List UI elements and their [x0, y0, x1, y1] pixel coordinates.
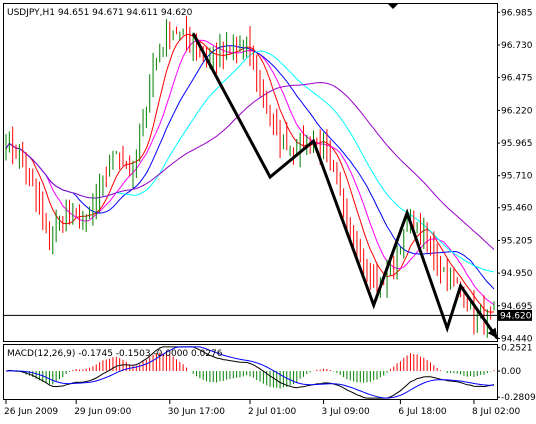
price-tick-label: 94.950 — [501, 269, 533, 279]
price-tick-label: 95.460 — [501, 204, 533, 214]
time-axis: 26 Jun 2009 29 Jun 09:00 30 Jun 17:00 2 Jul… — [4, 400, 520, 417]
macd-y-axis: 0.2521 0.00 -0.2809 — [497, 344, 536, 403]
macd-tick-label: -0.2809 — [501, 393, 536, 403]
macd-panel: 0.2521 0.00 -0.2809 MACD(12,26,9) -0.1745 … — [3, 344, 536, 403]
time-tick-label: 29 Jun 09:00 — [74, 407, 131, 417]
price-tick-label: 96.220 — [501, 106, 533, 116]
chart-header: USDJPY,H1 94.651 94.671 94.611 94.620 — [7, 8, 193, 18]
price-tick-label: 95.205 — [501, 236, 533, 246]
price-tick-label: 95.965 — [501, 139, 533, 149]
time-tick-label: 30 Jun 17:00 — [168, 407, 225, 417]
time-tick-label: 8 Jul 02:00 — [472, 407, 521, 417]
time-tick-label: 2 Jul 01:00 — [248, 407, 297, 417]
price-panel: 96.985 96.730 96.475 96.220 95.965 95.710 95.4… — [3, 3, 533, 344]
price-tick-label: 96.730 — [501, 41, 533, 51]
chart-stage: 96.985 96.730 96.475 96.220 95.965 95.710 95.4… — [3, 3, 536, 417]
price-y-axis: 96.985 96.730 96.475 96.220 95.965 95.710 95.4… — [497, 8, 533, 344]
current-price-label: 94.620 — [500, 311, 532, 321]
price-tick-label: 96.475 — [501, 74, 533, 84]
macd-header: MACD(12,26,9) -0.1745 -0.1503 -0.0000 0.… — [7, 349, 223, 359]
time-tick-label: 3 Jul 09:00 — [322, 407, 371, 417]
price-tick-label: 96.985 — [501, 8, 533, 18]
price-tick-label: 95.710 — [501, 172, 533, 182]
macd-tick-label: 0.2521 — [501, 344, 533, 354]
time-tick-label: 6 Jul 18:00 — [398, 407, 447, 417]
time-tick-label: 26 Jun 2009 — [4, 407, 58, 417]
macd-tick-label: 0.00 — [501, 367, 521, 377]
